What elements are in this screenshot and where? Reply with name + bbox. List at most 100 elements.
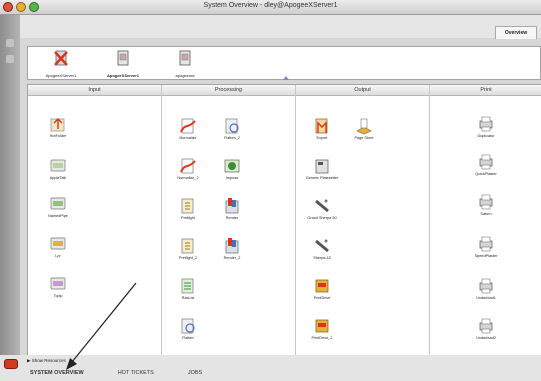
workflow-item-label: Preflight_2: [178, 256, 198, 260]
printer-icon: [479, 278, 493, 294]
workflow-panel: Input HotFolder AppleTalk NamedPipe Lpr …: [27, 84, 541, 356]
workflow-item[interactable]: Normalize: [170, 117, 206, 140]
show-resources-toggle[interactable]: ▶ Show Resources: [27, 358, 66, 364]
workflow-item-label: Underlead2: [476, 336, 496, 340]
application-window: System Overview - dley@ApogeeXServer1 Ov…: [0, 0, 541, 381]
status-alert-icon[interactable]: [4, 359, 18, 369]
server-item[interactable]: ApogeeXServer1: [98, 49, 148, 78]
server-label: ApogeeXServer1: [45, 73, 77, 78]
column-header-print: Print: [430, 85, 541, 96]
workflow-item-label: PrintDrive_2: [311, 336, 333, 340]
server-error-icon: [54, 50, 68, 66]
render-icon: [225, 238, 239, 254]
preflight-icon: [181, 198, 194, 214]
workflow-item[interactable]: Tcpip: [40, 275, 76, 298]
workflow-item[interactable]: QuickPlaster: [468, 153, 504, 176]
workflow-item-label: NamedPipe: [48, 214, 68, 218]
workflow-item-label: Render_2: [223, 256, 241, 260]
workflow-item-label: Tcpip: [53, 294, 63, 298]
workflow-item-label: QuickPlaster: [475, 172, 497, 176]
render-icon: [225, 198, 239, 214]
title-bar: System Overview - dley@ApogeeXServer1: [0, 0, 541, 15]
page-store-icon: [356, 118, 372, 135]
server-icon: [117, 50, 129, 66]
workflow-item[interactable]: Normalize_2: [170, 157, 206, 180]
workflow-item-label: Grand Sherpa 50: [307, 216, 337, 220]
workflow-item[interactable]: Page Store: [346, 117, 382, 140]
workflow-item-label: Preflight: [181, 216, 195, 220]
tab-overview[interactable]: Overview: [495, 26, 537, 39]
printer-icon: [479, 154, 493, 170]
left-sidebar-strip: [0, 15, 20, 355]
network-input-icon: [50, 197, 66, 210]
printer-icon: [479, 194, 493, 210]
printdrive-icon: [315, 279, 329, 293]
sidebar-handle-icon[interactable]: [6, 55, 14, 63]
nav-hot-tickets[interactable]: HOT TICKETS: [118, 370, 154, 376]
workflow-item-label: Saturn: [480, 212, 492, 216]
column-processing: Processing Normalize Flatten_2 Normalize…: [162, 85, 296, 355]
workflow-item[interactable]: Preflight_2: [170, 237, 206, 260]
workflow-item[interactable]: NamedPipe: [40, 195, 76, 218]
workflow-item[interactable]: RasList: [170, 277, 206, 300]
workflow-item[interactable]: PrintDrive: [304, 277, 340, 300]
bottom-navigation: SYSTEM OVERVIEW HOT TICKETS JOBS: [30, 370, 202, 376]
platesetter-icon: [315, 159, 329, 174]
workflow-item-label: Render: [225, 216, 239, 220]
server-list: ApogeeXServer1 ApogeeXServer1 apogeeout: [27, 46, 541, 80]
workflow-item[interactable]: Render: [214, 197, 250, 220]
workflow-item[interactable]: Preflight: [170, 197, 206, 220]
workflow-item-label: Normalize: [179, 136, 197, 140]
workflow-item[interactable]: PrintDrive_2: [304, 317, 340, 340]
workflow-item[interactable]: HotFolder: [40, 115, 76, 138]
workflow-item-label: Underlead1: [476, 296, 496, 300]
workflow-item[interactable]: Grand Sherpa 50: [304, 197, 340, 220]
workflow-item-label: AppleTalk: [49, 176, 67, 180]
workflow-item-label: Flatten: [182, 336, 194, 340]
workflow-item[interactable]: Saturn: [468, 193, 504, 216]
server-icon: [179, 50, 191, 66]
hotfolder-icon: [50, 118, 65, 132]
impose-icon: [224, 159, 240, 173]
workflow-item[interactable]: Duplicator: [468, 115, 504, 138]
printer-icon: [479, 318, 493, 334]
workflow-item-label: RasList: [181, 296, 195, 300]
bottom-bar: [0, 355, 541, 381]
sidebar-handle-icon[interactable]: [6, 39, 14, 47]
printer-icon: [479, 236, 493, 252]
disclosure-triangle-icon: ▶: [27, 358, 31, 363]
server-item[interactable]: ApogeeXServer1: [36, 49, 86, 78]
window-title: System Overview - dley@ApogeeXServer1: [203, 2, 338, 9]
workflow-item[interactable]: Lpr: [40, 235, 76, 258]
nav-system-overview[interactable]: SYSTEM OVERVIEW: [30, 370, 84, 376]
workflow-item[interactable]: Flatten: [170, 317, 206, 340]
network-input-icon: [50, 277, 66, 290]
workflow-item[interactable]: SpeedPlaster: [468, 235, 504, 258]
flatten-icon: [225, 118, 239, 134]
preflight-icon: [181, 238, 194, 254]
workflow-item-label: Flatten_2: [224, 136, 240, 140]
workflow-item-label: HotFolder: [49, 134, 67, 138]
workflow-item-label: Sherpa 43: [313, 256, 331, 260]
column-header-input: Input: [28, 85, 161, 96]
sherpa-printer-icon: [315, 239, 329, 253]
workflow-item[interactable]: Render_2: [214, 237, 250, 260]
workflow-item[interactable]: AppleTalk: [40, 157, 76, 180]
workflow-item[interactable]: Impose: [214, 157, 250, 180]
collapse-arrow-icon[interactable]: [283, 76, 289, 80]
nav-jobs[interactable]: JOBS: [188, 370, 202, 376]
workflow-item[interactable]: Underlead1: [468, 277, 504, 300]
export-icon: [315, 118, 328, 134]
show-resources-label: Show Resources: [31, 358, 66, 363]
printdrive-icon: [315, 319, 329, 333]
printer-icon: [479, 116, 493, 132]
workflow-item[interactable]: Flatten_2: [214, 117, 250, 140]
workflow-item[interactable]: Sherpa 43: [304, 237, 340, 260]
workflow-item[interactable]: Generic Platesetter: [304, 157, 340, 180]
workflow-item-label: PrintDrive: [313, 296, 331, 300]
sherpa-printer-icon: [315, 199, 329, 213]
workflow-item[interactable]: Underlead2: [468, 317, 504, 340]
column-print: Print Duplicator QuickPlaster Saturn Spe…: [430, 85, 541, 355]
workflow-item[interactable]: Export: [304, 117, 340, 140]
server-item[interactable]: apogeeout: [160, 49, 210, 78]
